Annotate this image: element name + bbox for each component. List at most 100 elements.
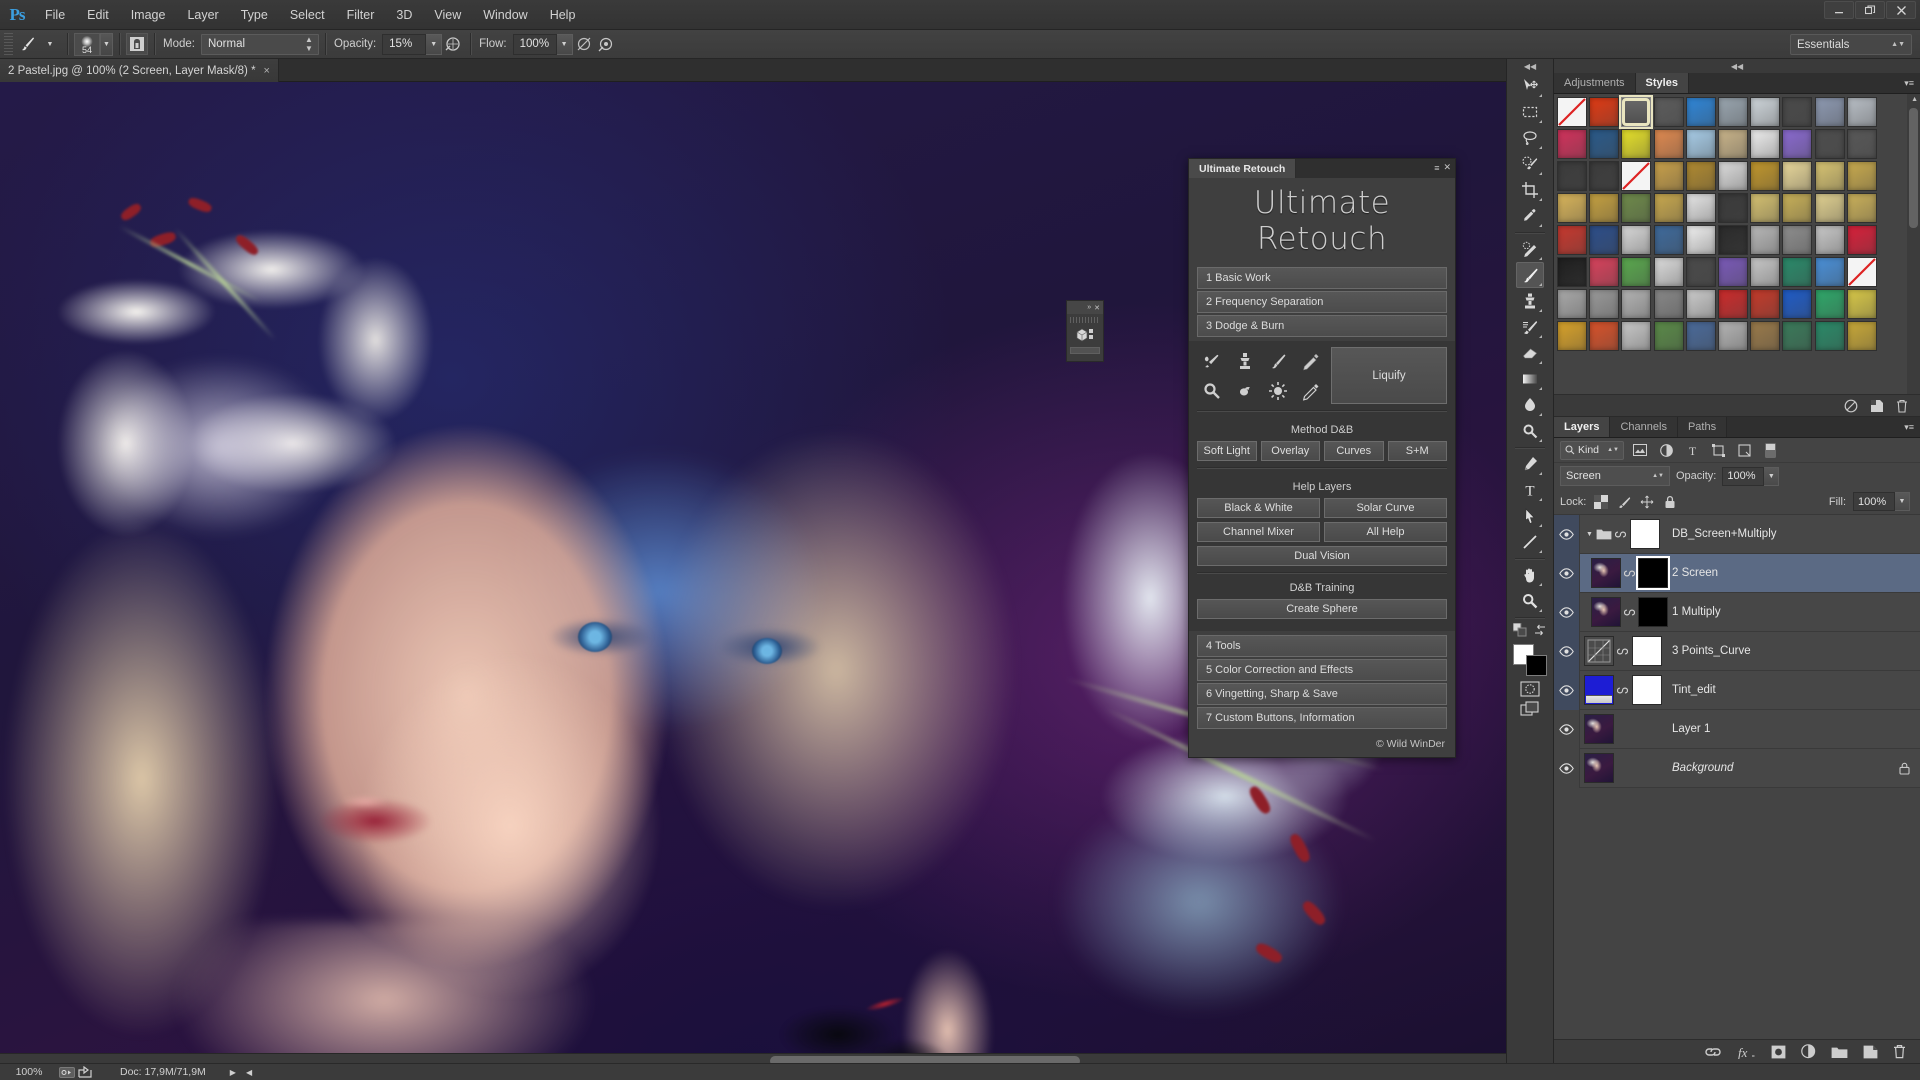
black-and-white-button[interactable]: Black & White (1197, 498, 1320, 518)
eraser-tool[interactable] (1516, 340, 1544, 366)
lock-image-icon[interactable] (1616, 494, 1632, 510)
style-swatch[interactable] (1589, 289, 1619, 319)
layer-mask-thumbnail[interactable] (1632, 636, 1662, 666)
layer-mask-thumbnail[interactable] (1638, 558, 1668, 588)
style-swatch[interactable] (1654, 193, 1684, 223)
style-swatch[interactable] (1557, 129, 1587, 159)
clear-style-icon[interactable] (1844, 399, 1858, 413)
default-colors-icon[interactable] (1513, 623, 1527, 637)
menu-filter[interactable]: Filter (336, 0, 386, 30)
status-expand-icon[interactable]: ▶ (230, 1068, 236, 1077)
style-swatch[interactable] (1686, 193, 1716, 223)
style-swatch[interactable] (1750, 193, 1780, 223)
method-overlay-button[interactable]: Overlay (1261, 441, 1321, 461)
layer-name[interactable]: Tint_edit (1668, 684, 1716, 696)
layer-name[interactable]: DB_Screen+Multiply (1668, 528, 1777, 540)
style-swatch[interactable] (1589, 97, 1619, 127)
menu-window[interactable]: Window (472, 0, 538, 30)
filter-kind-select[interactable]: Kind ▲▼ (1560, 441, 1624, 460)
style-swatch[interactable] (1750, 97, 1780, 127)
sharpen-icon[interactable] (1263, 377, 1292, 404)
link-icon[interactable] (1624, 567, 1635, 580)
zoom-tool[interactable] (1516, 588, 1544, 614)
style-swatch[interactable] (1847, 321, 1877, 351)
layer-thumbnail[interactable] (1584, 753, 1614, 783)
mini-panel-grip[interactable] (1070, 317, 1100, 323)
liquify-button[interactable]: Liquify (1331, 347, 1447, 404)
style-swatch[interactable] (1718, 225, 1748, 255)
style-swatch[interactable] (1750, 289, 1780, 319)
menu-file[interactable]: File (34, 0, 76, 30)
style-swatch[interactable] (1750, 161, 1780, 191)
style-swatch[interactable] (1621, 97, 1651, 127)
minimize-button[interactable] (1824, 1, 1854, 19)
style-swatch[interactable] (1847, 97, 1877, 127)
brush-icon[interactable] (1263, 347, 1292, 374)
tab-channels[interactable]: Channels (1610, 417, 1677, 437)
layer-thumbnail[interactable] (1584, 675, 1614, 705)
new-style-icon[interactable] (1870, 399, 1884, 413)
foreground-background-colors[interactable] (1513, 644, 1547, 676)
style-swatch[interactable] (1589, 225, 1619, 255)
layer-mask-thumbnail[interactable] (1632, 675, 1662, 705)
style-swatch[interactable] (1815, 193, 1845, 223)
blend-mode-select[interactable]: Normal ▲▼ (201, 34, 319, 55)
link-icon[interactable] (1624, 606, 1635, 619)
filter-type-icon[interactable]: T (1682, 441, 1702, 460)
layer-row[interactable]: 3 Points_Curve (1554, 632, 1920, 671)
method-curves-button[interactable]: Curves (1324, 441, 1384, 461)
style-swatch[interactable] (1782, 97, 1812, 127)
layer-thumbnail[interactable] (1584, 714, 1614, 744)
new-layer-icon[interactable] (1863, 1045, 1878, 1059)
style-swatch[interactable] (1557, 225, 1587, 255)
spot-healing-brush-tool[interactable] (1516, 236, 1544, 262)
solar-curve-button[interactable]: Solar Curve (1324, 498, 1447, 518)
options-bar-grip[interactable] (4, 33, 13, 56)
style-swatch[interactable] (1718, 97, 1748, 127)
close-button[interactable] (1886, 1, 1916, 19)
mini-panel-slider[interactable] (1070, 347, 1100, 354)
filter-toggle-switch[interactable] (1760, 441, 1780, 460)
brush-size-stepper[interactable]: ▼ (100, 33, 113, 56)
style-swatch[interactable] (1686, 129, 1716, 159)
flow-input[interactable]: 100% (513, 34, 557, 55)
group-icon[interactable] (1831, 1045, 1848, 1059)
lock-all-icon[interactable] (1662, 494, 1678, 510)
section-vignetting-sharp-save[interactable]: 6 Vingetting, Sharp & Save (1197, 683, 1447, 705)
layer-row[interactable]: Tint_edit (1554, 671, 1920, 710)
dodge-tool[interactable] (1516, 418, 1544, 444)
eyedropper-tool[interactable] (1516, 203, 1544, 229)
style-swatch[interactable] (1589, 321, 1619, 351)
move-tool[interactable] (1516, 73, 1544, 99)
menu-image[interactable]: Image (120, 0, 177, 30)
styles-swatch-panel[interactable]: ▲ (1554, 94, 1920, 394)
style-swatch[interactable] (1782, 129, 1812, 159)
style-swatch[interactable] (1847, 129, 1877, 159)
blur-tool[interactable] (1516, 392, 1544, 418)
3d-cube-icon[interactable] (1070, 325, 1100, 347)
status-collapse-icon[interactable]: ◀ (246, 1068, 252, 1077)
flow-dropdown-arrow[interactable]: ▼ (557, 34, 573, 55)
method-soft-light-button[interactable]: Soft Light (1197, 441, 1257, 461)
channel-mixer-button[interactable]: Channel Mixer (1197, 522, 1320, 542)
tab-layers[interactable]: Layers (1554, 417, 1610, 437)
style-swatch[interactable] (1782, 257, 1812, 287)
style-swatch[interactable] (1686, 97, 1716, 127)
path-selection-tool[interactable] (1516, 503, 1544, 529)
style-swatch[interactable] (1718, 289, 1748, 319)
link-icon[interactable] (1617, 684, 1629, 697)
pressure-opacity-icon[interactable] (442, 33, 464, 55)
layer-row[interactable]: ▼DB_Screen+Multiply (1554, 515, 1920, 554)
layer-fill-input[interactable]: 100% (1853, 492, 1895, 511)
style-swatch[interactable] (1815, 129, 1845, 159)
menu-3d[interactable]: 3D (385, 0, 423, 30)
style-swatch[interactable] (1654, 225, 1684, 255)
style-swatch[interactable] (1621, 129, 1651, 159)
group-mask-thumbnail[interactable] (1630, 519, 1660, 549)
styles-scrollbar[interactable]: ▲ (1907, 94, 1920, 394)
filter-pixel-icon[interactable] (1630, 441, 1650, 460)
adjustment-icon[interactable] (1801, 1044, 1816, 1059)
lock-position-icon[interactable] (1639, 494, 1655, 510)
filter-adjustment-icon[interactable] (1656, 441, 1676, 460)
section-frequency-separation[interactable]: 2 Frequency Separation (1197, 291, 1447, 313)
